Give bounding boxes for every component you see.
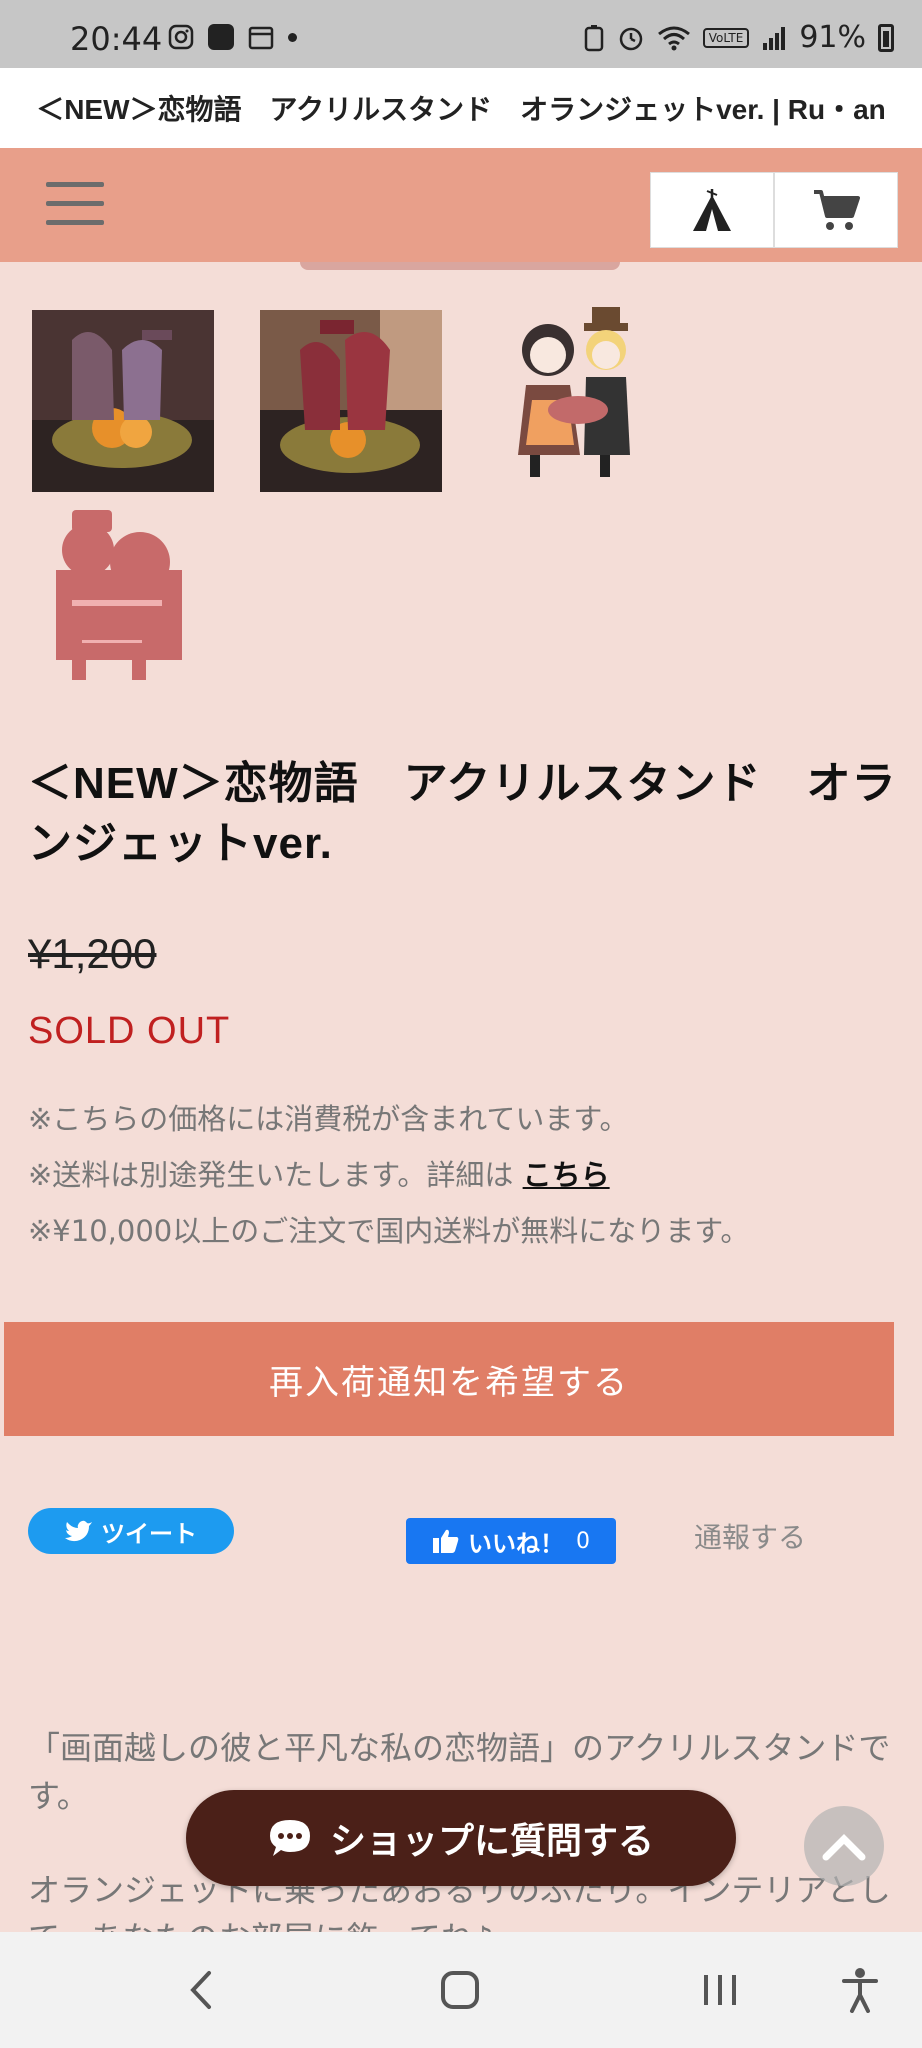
product-thumbnail-2[interactable] [260, 310, 442, 492]
status-time: 20:44 [70, 20, 163, 58]
like-count: 0 [576, 1528, 590, 1554]
facebook-like-button[interactable]: いいね！ 0 [406, 1518, 616, 1564]
report-link[interactable]: 通報する [694, 1516, 806, 1556]
wifi-icon [657, 26, 690, 50]
recents-icon [704, 1975, 736, 2005]
status-notification-icons [168, 24, 297, 50]
dot-icon [288, 32, 297, 42]
like-label: いいね！ [468, 1529, 564, 1558]
ask-shop-button[interactable]: ショップに質問する [186, 1790, 736, 1886]
battery-icon [878, 23, 894, 52]
thumbnail-illustration [518, 307, 630, 477]
shop-header [0, 148, 922, 262]
shipping-details-link[interactable]: こちら [523, 1158, 610, 1192]
twitter-bird-icon [65, 1520, 92, 1542]
home-square-icon [441, 1971, 479, 2009]
free-shipping-note: ※¥10,000以上のご注文で国内送料が無料になります。 [28, 1214, 750, 1248]
ask-shop-label: ショップに質問する [329, 1821, 654, 1862]
tweet-button[interactable]: ツイート [28, 1508, 234, 1554]
hamburger-icon [46, 182, 104, 187]
page-title-bar: ＜NEW＞恋物語 アクリルスタンド オランジェットver. | Ru・an [0, 68, 922, 149]
status-system-icons: VoLTE 91% [583, 20, 894, 55]
nav-recents-button[interactable] [690, 1960, 750, 2020]
cart-button[interactable] [774, 172, 898, 248]
accessibility-icon [842, 1968, 878, 2013]
shipping-note: ※送料は別途発生いたします。詳細は こちら [28, 1152, 610, 1194]
chat-bubble-icon [269, 1820, 310, 1856]
battery-saver-icon [584, 24, 603, 51]
calendar-icon [248, 26, 274, 50]
product-title: ＜NEW＞恋物語 アクリルスタンド オランジェットver. [28, 759, 897, 868]
nav-accessibility-button[interactable] [830, 1960, 890, 2020]
page-title: ＜NEW＞恋物語 アクリルスタンド オランジェットver. | Ru・an [36, 94, 886, 125]
thumbnail-photo-2 [260, 310, 442, 492]
nav-back-button[interactable] [170, 1960, 230, 2020]
main-image-bottom-edge [300, 262, 620, 270]
shipping-note-text: ※送料は別途発生いたします。詳細は [28, 1158, 523, 1192]
nav-home-button[interactable] [430, 1960, 490, 2020]
tax-note: ※こちらの価格には消費税が含まれています。 [28, 1102, 629, 1136]
product-thumbnail-1[interactable] [32, 310, 214, 492]
volte-badge: VoLTE [702, 27, 750, 48]
restock-notify-button[interactable]: 再入荷通知を希望する [4, 1322, 894, 1436]
battery-percent: 91% [799, 20, 866, 55]
product-thumbnail-4[interactable] [32, 500, 202, 690]
hamburger-menu-button[interactable] [46, 182, 106, 228]
chevron-up-icon [822, 1834, 866, 1861]
home-button[interactable] [650, 172, 774, 248]
thumbnail-acrylic-back [56, 510, 182, 680]
product-thumbnail-3[interactable] [488, 305, 670, 487]
line-manga-icon [208, 24, 234, 50]
tweet-label: ツイート [101, 1519, 197, 1548]
sold-out-label: SOLD OUT [28, 1010, 231, 1052]
alarm-icon [619, 27, 642, 50]
thumbnail-photo-1 [32, 310, 214, 492]
instagram-icon [168, 24, 194, 50]
signal-icon [763, 26, 786, 50]
thumbs-up-icon [433, 1529, 459, 1553]
status-bar: 20:44 VoLTE 91% [0, 0, 922, 68]
cart-icon [814, 190, 860, 230]
system-navigation-bar [0, 1932, 922, 2048]
tent-icon [693, 189, 731, 231]
header-buttons [650, 172, 898, 248]
scroll-to-top-button[interactable] [804, 1806, 884, 1886]
back-chevron-icon [190, 1971, 211, 2009]
product-price: ¥1,200 [28, 930, 157, 977]
